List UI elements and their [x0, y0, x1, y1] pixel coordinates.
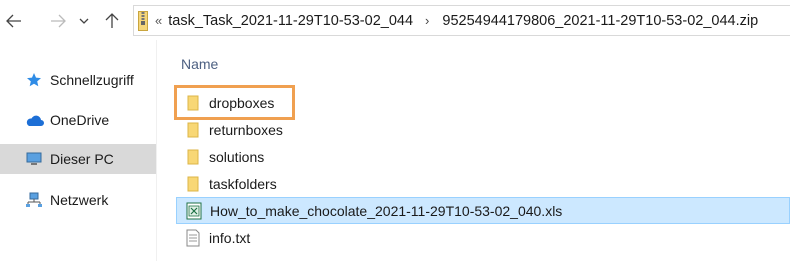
folder-icon: [184, 94, 202, 112]
arrow-right-icon: [51, 14, 66, 28]
sidebar-item-label: Dieser PC: [50, 151, 114, 167]
pane-divider: [156, 40, 157, 261]
arrow-left-icon: [6, 14, 21, 28]
breadcrumb-segment-zip[interactable]: 95254944179806_2021-11-29T10-53-02_044.z…: [442, 13, 758, 29]
address-bar[interactable]: « task_Task_2021-11-29T10-53-02_044 › 95…: [133, 5, 790, 36]
file-name: solutions: [209, 148, 265, 165]
back-button[interactable]: [2, 8, 26, 34]
sidebar-item-label: Netzwerk: [50, 192, 109, 208]
arrow-up-icon: [105, 13, 119, 28]
file-name: dropboxes: [209, 94, 275, 111]
sidebar-item-label: Schnellzugriff: [50, 72, 134, 88]
sidebar-item-this-pc[interactable]: Dieser PC: [0, 144, 156, 174]
list-item-returnboxes[interactable]: returnboxes: [176, 116, 790, 143]
list-item-taskfolders[interactable]: taskfolders: [176, 170, 790, 197]
sidebar-item-onedrive[interactable]: OneDrive: [0, 100, 156, 140]
sidebar-item-label: OneDrive: [50, 112, 110, 128]
cloud-icon: [24, 110, 44, 130]
sidebar-item-network[interactable]: Netzwerk: [0, 180, 156, 220]
star-icon: [24, 70, 44, 90]
up-button[interactable]: [100, 8, 124, 34]
folder-icon: [184, 121, 202, 139]
file-name: returnboxes: [209, 121, 283, 138]
breadcrumb-overflow[interactable]: «: [155, 13, 162, 28]
list-item-info-txt[interactable]: info.txt: [176, 224, 790, 251]
zip-folder-icon: [138, 10, 148, 31]
forward-button[interactable]: [46, 8, 70, 34]
chevron-down-icon: [79, 18, 89, 24]
file-list: dropboxes returnboxes solutions taskfold…: [174, 85, 790, 251]
breadcrumb-segment-task[interactable]: task_Task_2021-11-29T10-53-02_044: [168, 13, 413, 29]
computer-icon: [24, 149, 44, 169]
network-icon: [24, 190, 44, 210]
folder-icon: [184, 148, 202, 166]
file-name: taskfolders: [209, 175, 277, 192]
breadcrumb-separator[interactable]: ›: [425, 13, 429, 28]
file-name: info.txt: [209, 229, 251, 246]
column-header-name[interactable]: Name: [181, 56, 218, 72]
recent-locations-button[interactable]: [75, 8, 93, 34]
navigation-pane: Schnellzugriff OneDrive Dieser PC Netzwe…: [0, 60, 156, 220]
list-item-xls-file[interactable]: How_to_make_chocolate_2021-11-29T10-53-0…: [176, 197, 790, 224]
excel-file-icon: [185, 202, 203, 220]
list-item-dropboxes[interactable]: dropboxes: [174, 85, 295, 120]
sidebar-item-quick-access[interactable]: Schnellzugriff: [0, 60, 156, 100]
file-name: How_to_make_chocolate_2021-11-29T10-53-0…: [210, 202, 563, 219]
list-item-solutions[interactable]: solutions: [176, 143, 790, 170]
folder-icon: [184, 175, 202, 193]
text-file-icon: [184, 229, 202, 247]
